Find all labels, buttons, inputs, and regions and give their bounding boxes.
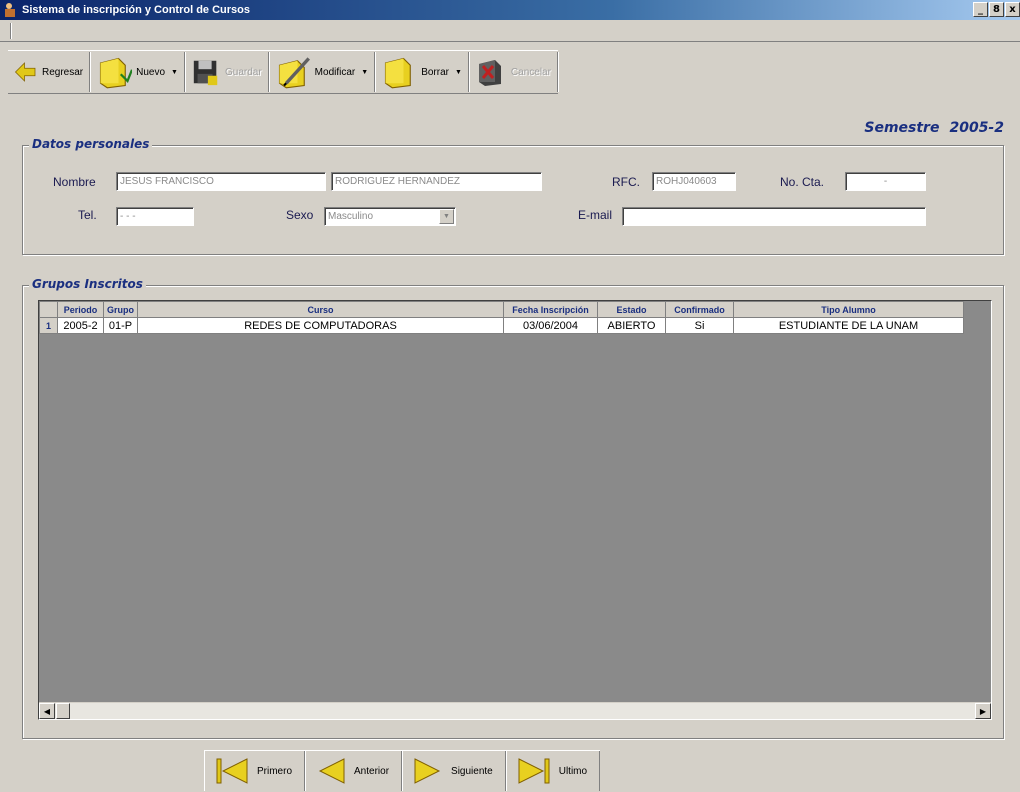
grid-header-row: Periodo Grupo Curso Fecha Inscripción Es… <box>39 301 964 318</box>
datos-personales-legend: Datos personales <box>29 137 153 151</box>
modificar-dropdown-icon[interactable]: ▼ <box>361 69 368 76</box>
save-disk-icon <box>193 60 218 86</box>
modificar-label: Modificar <box>314 66 356 78</box>
cta-field[interactable]: - <box>845 172 926 191</box>
email-field[interactable] <box>622 207 926 226</box>
minimize-button[interactable]: _ <box>973 2 988 17</box>
semestre-label: Semestre <box>864 120 940 136</box>
row-number[interactable]: 1 <box>39 317 58 334</box>
guardar-label: Guardar <box>224 66 262 78</box>
siguiente-button[interactable]: Siguiente <box>402 751 506 791</box>
grid-corner-header <box>39 301 58 318</box>
back-arrow-icon <box>14 62 36 82</box>
cta-label: No. Cta. <box>780 175 825 189</box>
nuevo-button[interactable]: Nuevo ▼ <box>90 52 185 92</box>
app-icon <box>4 3 18 17</box>
sexo-value: Masculino <box>328 211 374 222</box>
last-record-icon <box>518 758 550 784</box>
cell-periodo[interactable]: 2005-2 <box>57 317 104 334</box>
borrar-button[interactable]: Borrar ▼ <box>375 52 469 92</box>
title-bar: Sistema de inscripción y Control de Curs… <box>0 0 1020 20</box>
semestre-value: 2005-2 <box>949 120 1004 136</box>
scroll-left-icon[interactable]: ◀ <box>39 703 55 719</box>
col-periodo[interactable]: Periodo <box>57 301 104 318</box>
table-row[interactable]: 1 2005-2 01-P REDES DE COMPUTADORAS 03/0… <box>39 317 964 334</box>
col-confirmado[interactable]: Confirmado <box>665 301 734 318</box>
anterior-label: Anterior <box>354 765 390 777</box>
window-title: Sistema de inscripción y Control de Curs… <box>22 4 250 16</box>
col-tipo-alumno[interactable]: Tipo Alumno <box>733 301 964 318</box>
window-controls: _ 8 x <box>973 2 1020 17</box>
sexo-label: Sexo <box>286 208 314 222</box>
regresar-label: Regresar <box>42 66 84 78</box>
cell-tipo-alumno[interactable]: ESTUDIANTE DE LA UNAM <box>733 317 964 334</box>
primero-button[interactable]: Primero <box>204 751 306 791</box>
guardar-button[interactable]: Guardar <box>185 52 269 92</box>
delete-folder-icon <box>385 57 411 89</box>
email-label: E-mail <box>578 208 613 222</box>
datos-personales-group: Datos personales <box>22 137 1004 255</box>
previous-record-icon <box>318 758 345 784</box>
first-record-icon <box>216 758 248 784</box>
apellidos-field[interactable]: RODRIGUEZ HERNANDEZ <box>331 172 542 191</box>
grupos-table: Periodo Grupo Curso Fecha Inscripción Es… <box>39 301 964 334</box>
borrar-label: Borrar <box>421 66 449 78</box>
maximize-button[interactable]: 8 <box>989 2 1004 17</box>
cancel-folder-icon <box>478 60 501 86</box>
tel-label: Tel. <box>78 208 97 222</box>
cancelar-button[interactable]: Cancelar <box>469 52 558 92</box>
tel-field[interactable]: - - - <box>116 207 194 226</box>
cancelar-label: Cancelar <box>510 66 551 78</box>
col-fecha[interactable]: Fecha Inscripción <box>503 301 598 318</box>
menu-bar <box>0 20 1020 42</box>
nuevo-label: Nuevo <box>136 66 166 78</box>
col-curso[interactable]: Curso <box>137 301 504 318</box>
close-button[interactable]: x <box>1005 2 1020 17</box>
ultimo-label: Ultimo <box>558 765 588 777</box>
scroll-right-icon[interactable]: ▶ <box>975 703 991 719</box>
primero-label: Primero <box>257 765 293 777</box>
ultimo-button[interactable]: Ultimo <box>505 751 601 791</box>
siguiente-label: Siguiente <box>451 765 493 777</box>
cell-curso[interactable]: REDES DE COMPUTADORAS <box>137 317 504 334</box>
record-navigation: Primero Anterior Siguiente Ultimo <box>204 750 601 792</box>
cell-fecha[interactable]: 03/06/2004 <box>503 317 598 334</box>
rfc-label: RFC. <box>612 175 640 189</box>
rfc-field[interactable]: ROHJ040603 <box>652 172 736 191</box>
sexo-select[interactable]: Masculino ▼ <box>324 207 456 226</box>
modificar-button[interactable]: Modificar ▼ <box>269 52 376 92</box>
regresar-button[interactable]: Regresar <box>8 52 91 92</box>
nombre-field[interactable]: JESUS FRANCISCO <box>116 172 326 191</box>
horizontal-scrollbar[interactable]: ◀ ▶ <box>39 702 991 719</box>
col-estado[interactable]: Estado <box>597 301 666 318</box>
new-folder-icon <box>100 57 133 89</box>
cell-estado[interactable]: ABIERTO <box>597 317 666 334</box>
col-grupo[interactable]: Grupo <box>103 301 138 318</box>
grupos-inscritos-legend: Grupos Inscritos <box>29 277 146 291</box>
nombre-label: Nombre <box>53 175 96 189</box>
borrar-dropdown-icon[interactable]: ▼ <box>455 69 462 76</box>
grid-background <box>39 301 991 719</box>
cell-grupo[interactable]: 01-P <box>103 317 138 334</box>
next-record-icon <box>414 758 441 784</box>
nuevo-dropdown-icon[interactable]: ▼ <box>171 69 178 76</box>
anterior-button[interactable]: Anterior <box>305 751 403 791</box>
cell-confirmado[interactable]: Si <box>665 317 734 334</box>
chevron-down-icon[interactable]: ▼ <box>439 209 454 224</box>
semestre-display: Semestre 2005-2 <box>864 120 1004 136</box>
grupos-grid[interactable]: Periodo Grupo Curso Fecha Inscripción Es… <box>38 300 992 720</box>
menu-grip <box>10 23 12 39</box>
scroll-thumb[interactable] <box>56 703 70 719</box>
edit-folder-icon <box>278 57 310 89</box>
toolbar: Regresar Nuevo ▼ Guardar Modificar ▼ Bor… <box>8 50 558 94</box>
